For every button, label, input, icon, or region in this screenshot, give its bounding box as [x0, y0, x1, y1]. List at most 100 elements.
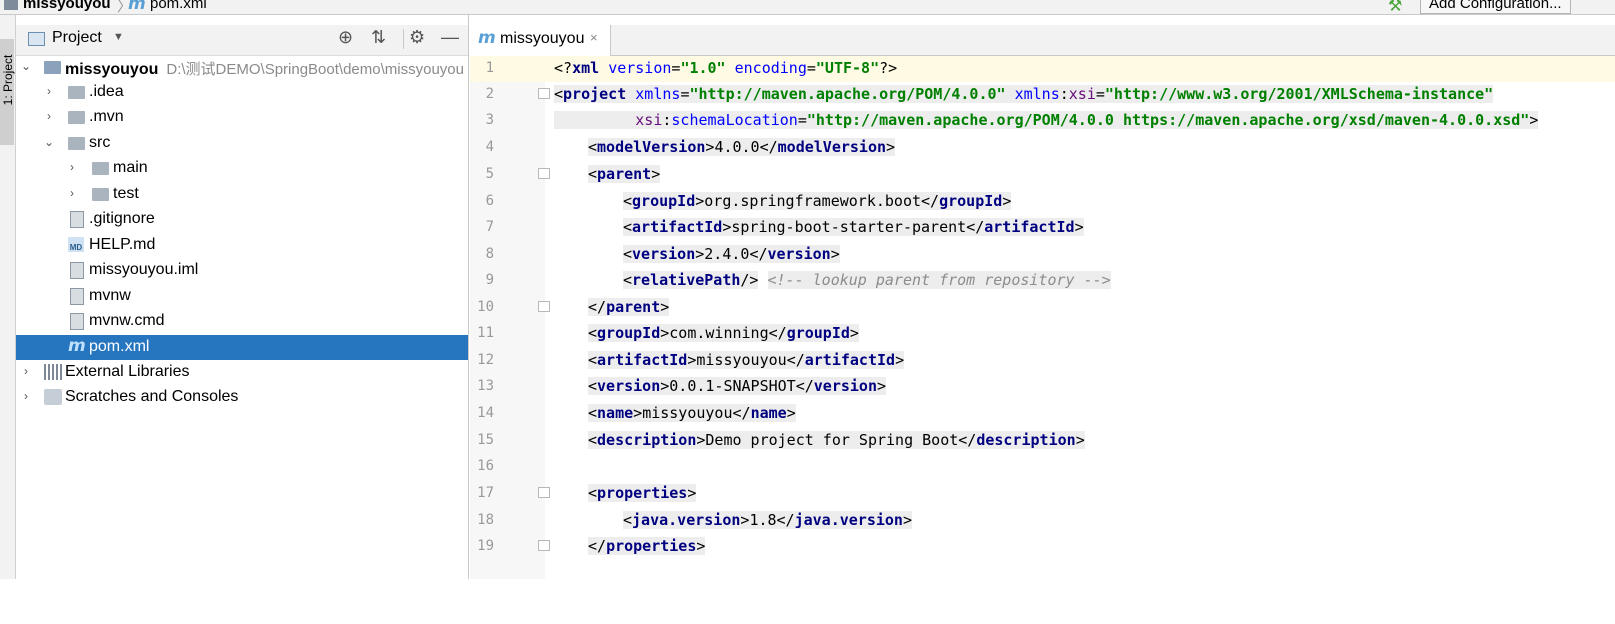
tab-label: missyouyou	[500, 30, 585, 47]
fold-marker-icon[interactable]	[538, 487, 550, 498]
tree-item-idea[interactable]: › .idea	[16, 80, 468, 105]
code-line: 1 <?xml version="1.0" encoding="UTF-8"?>	[470, 56, 1615, 82]
java-version-value: 1.8	[749, 511, 777, 529]
tree-item-src[interactable]: ⌄ src	[16, 131, 468, 156]
code-line: 12 <artifactId>missyouyou</artifactId>	[470, 348, 1615, 374]
group-id-value: com.winning	[669, 324, 769, 342]
folder-icon	[68, 137, 85, 150]
tree-item-pom-xml[interactable]: m pom.xml	[16, 335, 468, 360]
tab-missyouyou[interactable]: m missyouyou ×	[470, 25, 611, 58]
project-tool-tab-label[interactable]: 1: Project	[1, 32, 15, 128]
tree-item-label: main	[113, 159, 148, 176]
chevron-right-icon[interactable]: ›	[43, 109, 55, 123]
tree-item-mvnw[interactable]: mvnw	[16, 284, 468, 309]
line-number: 2	[485, 86, 494, 102]
tool-window-strip: 1: Project	[0, 15, 16, 579]
code-line: 15 <description>Demo project for Spring …	[470, 428, 1615, 454]
code-line: 19 </properties>	[470, 534, 1615, 560]
project-panel: Project ▼ ⊕ ⇅ ⚙ — ⌄ missyouyou D:\测试DEMO\…	[16, 15, 469, 579]
code-line: 13 <version>0.0.1-SNAPSHOT</version>	[470, 374, 1615, 400]
fold-marker-icon[interactable]	[538, 301, 550, 312]
gear-icon[interactable]: ⚙	[409, 27, 425, 48]
model-version-value: 4.0.0	[714, 138, 760, 156]
tree-item-label: .idea	[89, 83, 124, 100]
code-line: 10 </parent>	[470, 295, 1615, 321]
locate-file-icon[interactable]: ⊕	[338, 27, 353, 48]
artifact-id-value: missyouyou	[696, 351, 787, 369]
file-icon	[70, 288, 84, 305]
file-icon	[70, 313, 84, 330]
tree-item-gitignore[interactable]: .gitignore	[16, 207, 468, 232]
maven-file-icon: m	[68, 336, 86, 356]
project-view-icon	[28, 32, 45, 46]
line-number: 17	[477, 485, 494, 501]
code-line: 11 <groupId>com.winning</groupId>	[470, 321, 1615, 347]
chevron-right-icon[interactable]: ›	[43, 84, 55, 98]
line-number: 4	[485, 139, 494, 155]
fold-marker-icon[interactable]	[538, 88, 550, 99]
project-folder-icon	[4, 0, 18, 10]
line-number: 18	[477, 512, 494, 528]
description-value: Demo project for Spring Boot	[705, 431, 959, 449]
parent-artifact-id-value: spring-boot-starter-parent	[731, 218, 967, 236]
relative-path-comment: <!-- lookup parent from repository -->	[767, 271, 1111, 289]
line-number: 13	[477, 378, 494, 394]
chevron-right-icon[interactable]: ›	[20, 364, 32, 378]
fold-marker-icon[interactable]	[538, 168, 550, 179]
tree-item-label: pom.xml	[89, 338, 150, 355]
tree-item-external-libraries[interactable]: › External Libraries	[16, 360, 468, 385]
minimize-icon[interactable]: —	[441, 27, 459, 48]
line-number: 6	[485, 193, 494, 209]
fold-marker-icon[interactable]	[538, 540, 550, 551]
project-xmlns-value: "http://maven.apache.org/POM/4.0.0"	[689, 85, 1006, 103]
add-configuration-button[interactable]: Add Configuration...	[1420, 0, 1571, 14]
folder-icon	[92, 188, 109, 201]
tree-item-label: External Libraries	[65, 363, 190, 380]
tree-item-test[interactable]: › test	[16, 182, 468, 207]
tree-item-mvnw-cmd[interactable]: mvnw.cmd	[16, 309, 468, 334]
tree-item-label: src	[89, 134, 111, 151]
chevron-right-icon[interactable]: ›	[66, 160, 78, 174]
tree-item-help-md[interactable]: MD HELP.md	[16, 233, 468, 258]
tree-item-mvn[interactable]: › .mvn	[16, 105, 468, 130]
parent-group-id-value: org.springframework.boot	[704, 192, 922, 210]
tree-item-scratches[interactable]: › Scratches and Consoles	[16, 385, 468, 410]
xml-version-value: "1.0"	[680, 59, 726, 77]
xml-encoding-value: "UTF-8"	[815, 59, 880, 77]
line-number: 19	[477, 538, 494, 554]
code-line: 3 xsi:schemaLocation="http://maven.apach…	[470, 108, 1615, 134]
close-icon[interactable]: ×	[590, 30, 598, 45]
line-number: 15	[477, 432, 494, 448]
project-xsi-value: "http://www.w3.org/2001/XMLSchema-instan…	[1104, 85, 1494, 103]
navigation-bar: missyouyou 〉 m pom.xml ⚒ Add Configurati…	[0, 0, 1615, 15]
chevron-down-icon[interactable]: ▼	[113, 31, 124, 43]
code-line: 7 <artifactId>spring-boot-starter-parent…	[470, 215, 1615, 241]
file-icon	[70, 211, 84, 228]
markdown-file-icon: MD	[68, 237, 84, 252]
tree-item-missyouyou[interactable]: ⌄ missyouyou D:\测试DEMO\SpringBoot\demo\mi…	[16, 55, 468, 80]
tree-item-label: .gitignore	[89, 210, 155, 227]
project-panel-title[interactable]: Project	[52, 29, 102, 47]
folder-icon	[92, 162, 109, 175]
collapse-all-icon[interactable]: ⇅	[371, 27, 386, 48]
project-panel-header: Project ▼ ⊕ ⇅ ⚙ —	[16, 25, 468, 56]
chevron-down-icon[interactable]: ⌄	[20, 59, 32, 73]
chevron-right-icon[interactable]: ›	[20, 389, 32, 403]
breadcrumb-project[interactable]: missyouyou	[23, 0, 111, 12]
editor: m missyouyou × 1 <?xml version="1.0" enc…	[470, 15, 1615, 579]
code-line: 16	[470, 454, 1615, 480]
tree-item-iml[interactable]: missyouyou.iml	[16, 258, 468, 283]
code-line: 9 <relativePath/> <!-- lookup parent fro…	[470, 268, 1615, 294]
folder-icon	[68, 86, 85, 99]
line-number: 12	[477, 352, 494, 368]
chevron-right-icon[interactable]: ›	[66, 186, 78, 200]
tree-item-label: .mvn	[89, 108, 124, 125]
code-line: 6 <groupId>org.springframework.boot</gro…	[470, 189, 1615, 215]
chevron-down-icon[interactable]: ⌄	[43, 135, 55, 149]
breadcrumb-file[interactable]: pom.xml	[150, 0, 207, 12]
line-number: 7	[485, 219, 494, 235]
build-hammer-icon[interactable]: ⚒	[1388, 0, 1402, 14]
tree-item-main[interactable]: › main	[16, 156, 468, 181]
line-number: 1	[485, 60, 494, 76]
line-number: 11	[477, 325, 494, 341]
